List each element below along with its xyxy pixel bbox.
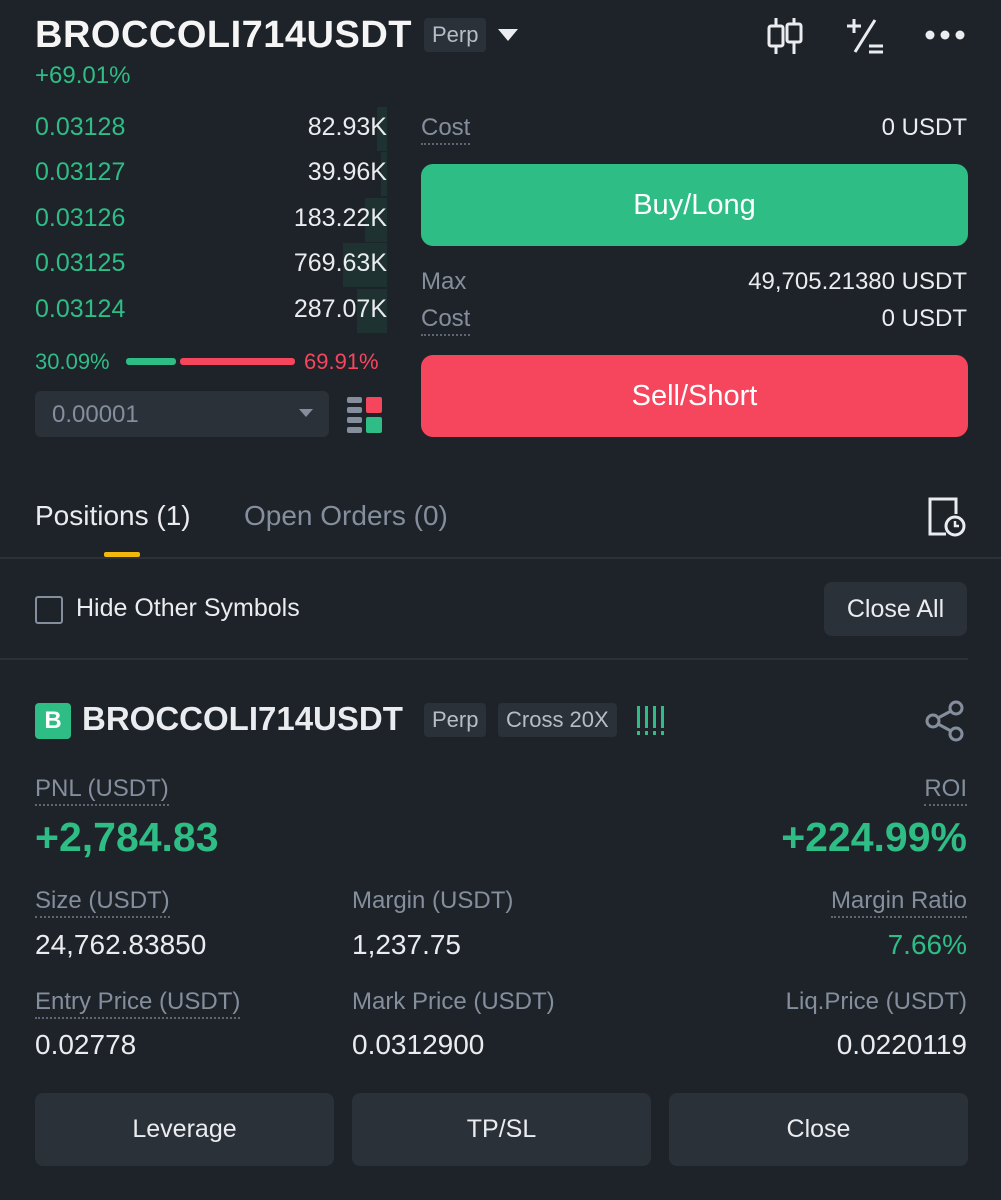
tab-open-orders[interactable]: Open Orders (0) xyxy=(244,500,448,532)
mark-price-value: 0.0312900 xyxy=(352,1029,485,1060)
orderbook-layout-icon[interactable] xyxy=(347,397,383,433)
liq-price-value: 0.0220119 xyxy=(836,1029,967,1060)
price-change: +69.01% xyxy=(35,62,131,89)
liq-price-label: Liq.Price (USDT) xyxy=(785,988,967,1015)
sell-short-button[interactable]: Sell/Short xyxy=(421,355,968,437)
pair-symbol[interactable]: BROCCOLI714USDT xyxy=(35,14,412,57)
roi-label: ROI xyxy=(924,775,967,806)
margin-mode-badge: Cross 20X xyxy=(498,703,617,737)
tick-size-value: 0.00001 xyxy=(52,401,139,428)
cost-buy-value: 0 USDT xyxy=(881,114,967,141)
margin-ratio-value: 7.66% xyxy=(887,929,967,960)
orderbook-price: 0.03126 xyxy=(35,204,126,232)
hide-other-symbols-checkbox[interactable] xyxy=(35,596,63,624)
candlestick-icon[interactable] xyxy=(766,16,804,56)
leverage-button[interactable]: Leverage xyxy=(35,1093,334,1166)
history-icon[interactable] xyxy=(926,496,966,538)
max-value: 49,705.21380 USDT xyxy=(748,268,967,295)
tab-positions[interactable]: Positions (1) xyxy=(35,500,191,532)
orderbook-qty: 769.63K xyxy=(293,249,387,277)
divider xyxy=(0,658,968,660)
chevron-down-icon xyxy=(299,409,313,417)
margin-label: Margin (USDT) xyxy=(352,887,514,914)
orderbook-row[interactable]: 0.03124 287.07K xyxy=(35,289,387,335)
orderbook-qty: 82.93K xyxy=(307,113,387,141)
margin-value: 1,237.75 xyxy=(352,929,461,960)
tpsl-button[interactable]: TP/SL xyxy=(352,1093,651,1166)
close-all-button[interactable]: Close All xyxy=(824,582,967,636)
pnl-value: +2,784.83 xyxy=(35,814,219,860)
sell-ratio-bar xyxy=(180,358,295,365)
cost-sell-value: 0 USDT xyxy=(881,305,967,332)
margin-ratio-label: Margin Ratio xyxy=(830,887,967,918)
buy-ratio: 30.09% xyxy=(35,349,110,374)
tick-size-select[interactable]: 0.00001 xyxy=(35,391,329,437)
orderbook-row[interactable]: 0.03128 82.93K xyxy=(35,107,387,153)
divider xyxy=(0,557,1001,559)
pnl-label: PNL (USDT) xyxy=(35,775,169,806)
orderbook-row[interactable]: 0.03127 39.96K xyxy=(35,152,387,198)
plus-minus-icon[interactable] xyxy=(845,16,885,56)
orderbook-price: 0.03128 xyxy=(35,113,126,141)
orderbook-row[interactable]: 0.03126 183.22K xyxy=(35,198,387,244)
size-label: Size (USDT) xyxy=(35,887,170,918)
entry-price-value: 0.02778 xyxy=(35,1029,137,1060)
side-badge: B xyxy=(35,703,71,739)
mark-price-label: Mark Price (USDT) xyxy=(352,988,555,1015)
sell-ratio: 69.91% xyxy=(304,349,379,374)
orderbook-price: 0.03124 xyxy=(35,295,126,323)
position-symbol[interactable]: BROCCOLI714USDT xyxy=(82,700,403,738)
cost-label: Cost xyxy=(421,305,471,336)
cost-label: Cost xyxy=(421,114,471,145)
leverage-strength-icon xyxy=(637,706,664,735)
orderbook-qty: 39.96K xyxy=(307,158,387,186)
more-icon[interactable] xyxy=(924,28,966,42)
symbol-dropdown-icon[interactable] xyxy=(498,29,518,41)
buy-ratio-bar xyxy=(126,358,176,365)
max-label: Max xyxy=(421,268,467,295)
hide-other-symbols-label[interactable]: Hide Other Symbols xyxy=(76,594,300,623)
size-value: 24,762.83850 xyxy=(35,929,207,960)
buy-long-button[interactable]: Buy/Long xyxy=(421,164,968,246)
contract-type-badge: Perp xyxy=(424,703,487,737)
contract-type-badge: Perp xyxy=(424,18,487,52)
orderbook-price: 0.03127 xyxy=(35,158,126,186)
orderbook-qty: 287.07K xyxy=(293,295,387,323)
orderbook-qty: 183.22K xyxy=(293,204,387,232)
orderbook-row[interactable]: 0.03125 769.63K xyxy=(35,243,387,289)
orderbook-price: 0.03125 xyxy=(35,249,126,277)
close-position-button[interactable]: Close xyxy=(669,1093,968,1166)
entry-price-label: Entry Price (USDT) xyxy=(35,988,241,1019)
share-icon[interactable] xyxy=(924,700,966,742)
roi-value: +224.99% xyxy=(781,814,967,860)
